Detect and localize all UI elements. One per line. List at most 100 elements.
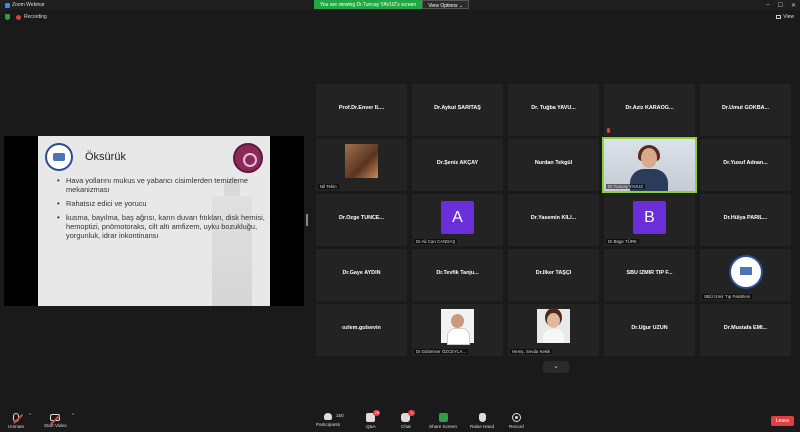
start-video-label: Start Video — [44, 423, 67, 428]
viewing-screen-label: You are viewing Dr.Tuncay YAVUZ's screen — [314, 0, 423, 9]
participant-tile[interactable]: Prof.Dr.Enver İL... — [316, 84, 407, 136]
participant-tile[interactable]: Nil Tekin — [316, 139, 407, 191]
window-title: Zoom Webinar — [12, 2, 45, 8]
university-logo-right — [233, 143, 263, 173]
participant-name: SBÜ İzmir Tıp Fakültesi — [702, 294, 753, 299]
share-screen-icon — [438, 413, 448, 422]
participant-tile[interactable]: Dr.Gülümser ÖZCEYLA... — [412, 304, 503, 356]
meeting-toolbar — [0, 409, 800, 432]
participant-name: Dr. Tuğba YAVU... — [531, 105, 576, 111]
slide-title: Öksürük — [85, 151, 126, 163]
slide-bullet: kusma, bayılma, baş ağrısı, karın duvarı… — [56, 213, 266, 240]
participant-photo — [441, 309, 474, 345]
participant-tile[interactable]: Dr. Tuğba YAVU... — [508, 84, 599, 136]
video-options-caret-icon[interactable]: ^ — [72, 413, 74, 419]
participant-tile[interactable]: Hemş. Sevda Kekik — [508, 304, 599, 356]
shared-screen: Öksürük Hava yollarını mukus ve yabancı … — [4, 136, 304, 306]
unmute-button[interactable]: Unmute — [8, 409, 24, 432]
participant-tile[interactable]: SBÜ İzmir Tıp Fakültesi — [700, 249, 791, 301]
participants-icon: 150 — [324, 413, 344, 420]
minimize-icon[interactable]: – — [766, 2, 769, 8]
split-view-handle[interactable] — [306, 214, 308, 226]
participant-name: Dr.Umut GÖKBA... — [721, 105, 770, 111]
participant-name: Dr.Yasemin KILI... — [530, 215, 577, 221]
window-controls: – ☐ ✕ — [766, 0, 796, 10]
audio-options-caret-icon[interactable]: ^ — [29, 413, 31, 419]
recording-label: Recording — [24, 14, 47, 20]
viewing-banner: You are viewing Dr.Tuncay YAVUZ's screen… — [314, 0, 470, 9]
qa-button[interactable]: 26 Q&A — [366, 409, 381, 432]
close-icon[interactable]: ✕ — [791, 2, 796, 9]
unmute-label: Unmute — [8, 424, 25, 429]
video-person-head — [641, 148, 657, 168]
avatar: B — [633, 201, 666, 234]
participant-name: Dr.İlker TAŞÇI — [535, 270, 572, 276]
participant-photo — [537, 309, 570, 343]
participant-tile[interactable]: Dr.Mustafa EMİ... — [700, 304, 791, 356]
record-label: Record — [509, 424, 524, 429]
participant-tile[interactable]: Dr.Aykut SARITAŞ — [412, 84, 503, 136]
participant-tile[interactable]: SBÜ İZMİR TIP F... — [604, 249, 695, 301]
next-page-button[interactable]: ⌄ — [543, 361, 569, 373]
participant-tile[interactable]: Dr.Yasemin KILI... — [508, 194, 599, 246]
participant-tile[interactable]: Dr.Tevfik Tanju... — [412, 249, 503, 301]
participants-count: 150 — [336, 413, 344, 418]
participant-tile[interactable]: Dr.Yusuf Adnan... — [700, 139, 791, 191]
avatar: A — [441, 201, 474, 234]
slide-bullet: Rahatsız edici ve yorucu — [56, 199, 266, 208]
record-icon — [511, 413, 521, 422]
participant-name: Dr.Tuncay YAVUZ — [606, 184, 645, 189]
presentation-slide: Öksürük Hava yollarını mukus ve yabancı … — [38, 136, 270, 306]
participant-name: Dr.Uğur UZUN — [631, 325, 668, 331]
app-title: Zoom Webinar — [5, 2, 45, 8]
participant-tile[interactable]: Dr.Aziz KARAOĞ... — [604, 84, 695, 136]
participant-name: Dr.Özge TUNCE... — [339, 215, 384, 221]
participant-tile[interactable]: Dr.İlker TAŞÇI — [508, 249, 599, 301]
view-label: View — [783, 14, 794, 20]
chat-button[interactable]: 1 Chat — [401, 409, 416, 432]
participant-tile[interactable]: B Dr.Büge TÜRK — [604, 194, 695, 246]
start-video-button[interactable]: Start Video — [44, 409, 67, 432]
raise-hand-label: Raise Hand — [470, 424, 495, 429]
view-button[interactable]: View — [776, 14, 794, 20]
participant-name: SBÜ İZMİR TIP F... — [626, 270, 673, 276]
participant-name: Dr.Aziz KARAOĞ... — [625, 105, 674, 111]
participant-name: Dr.Hülya PARIL... — [723, 215, 768, 221]
sbu-logo — [729, 255, 763, 289]
participant-tile[interactable]: Nurdan Tekgül — [508, 139, 599, 191]
participant-name: Dr.Tevfik Tanju... — [436, 270, 479, 276]
participant-name: Dr.Yusuf Adnan... — [723, 160, 768, 166]
participant-name: ozlem.gulsevin — [342, 325, 381, 331]
qa-icon: 26 — [366, 410, 381, 422]
participant-tile[interactable]: Dr.Umut GÖKBA... — [700, 84, 791, 136]
participant-tile[interactable]: ozlem.gulsevin — [316, 304, 407, 356]
participant-name: Dr.Ali Can CANDAŞ — [414, 239, 458, 244]
leave-button[interactable]: Leave — [771, 416, 794, 426]
participant-name: Dr.Mustafa EMİ... — [723, 325, 768, 331]
view-options-button[interactable]: View Options ⌄ — [422, 0, 470, 9]
participant-name: Hemş. Sevda Kekik — [510, 349, 553, 354]
zoom-logo-icon — [5, 2, 10, 8]
participant-name: Nil Tekin — [318, 184, 339, 189]
shield-icon[interactable] — [5, 14, 10, 20]
active-speaker-tile[interactable]: Dr.Tuncay YAVUZ — [602, 137, 697, 193]
hand-icon — [478, 413, 486, 422]
raise-hand-button[interactable]: Raise Hand — [470, 409, 494, 432]
participant-tile[interactable]: Dr.Özge TUNCE... — [316, 194, 407, 246]
participant-tile[interactable]: Dr.Gaye AYDIN — [316, 249, 407, 301]
muted-mic-icon — [607, 128, 610, 133]
participant-tile[interactable]: Dr.Şeniz AKÇAY — [412, 139, 503, 191]
participants-button[interactable]: 150 Participants — [316, 409, 344, 432]
participant-tile[interactable]: Dr.Uğur UZUN — [604, 304, 695, 356]
chat-icon: 1 — [401, 410, 416, 422]
participant-tile[interactable]: A Dr.Ali Can CANDAŞ — [412, 194, 503, 246]
participant-name: Dr.Gülümser ÖZCEYLA... — [414, 349, 469, 354]
maximize-icon[interactable]: ☐ — [778, 2, 783, 9]
participant-name: Dr.Gaye AYDIN — [342, 270, 381, 276]
participant-tile[interactable]: Dr.Hülya PARIL... — [700, 194, 791, 246]
record-button[interactable]: Record — [509, 409, 524, 432]
share-screen-label: Share Screen — [429, 424, 458, 429]
chevron-down-icon: ⌄ — [458, 3, 464, 9]
view-options-label: View Options — [428, 3, 458, 9]
share-screen-button[interactable]: Share Screen — [429, 409, 457, 432]
